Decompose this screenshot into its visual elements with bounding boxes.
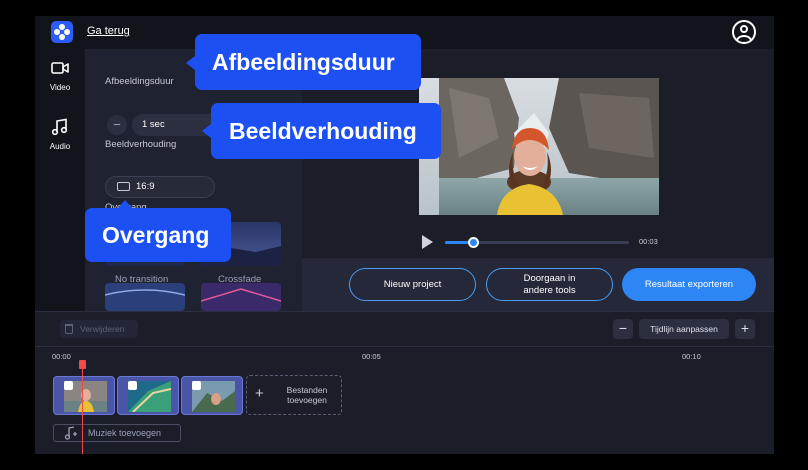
nav-item-label: Audio [49,142,71,151]
callout-transition-text: Overgang [102,222,210,248]
play-button[interactable] [422,235,433,249]
preview-photo-image [419,78,659,215]
export-result-button[interactable]: Resultaat exporteren [622,268,756,301]
transition-thumb-3[interactable] [105,283,185,311]
continue-other-tools-button[interactable]: Doorgaan in andere tools [486,268,613,301]
timeline-ruler[interactable]: 00:00 00:05 00:10 [35,346,774,366]
timeline-clip-3[interactable] [181,376,243,415]
timeline-clip-2[interactable] [117,376,179,415]
ratio-value: 16:9 [136,181,155,192]
nav-item-audio[interactable]: Audio [35,108,85,158]
continue-line-2: andere tools [523,284,576,296]
callout-transition: Overgang [85,200,231,262]
tick-label: 00:00 [52,352,71,361]
transition-thumb-4[interactable] [201,283,281,311]
tick-label: 00:05 [362,352,381,361]
music-note-icon [51,118,68,136]
ratio-select[interactable]: 16:9 [105,176,215,198]
left-nav: Video Audio [35,49,85,311]
tick-label: 00:10 [682,352,701,361]
video-camera-icon [51,62,69,74]
duration-minus-button[interactable]: − [107,115,127,135]
image-type-icon [128,381,137,390]
new-project-button[interactable]: Nieuw project [349,268,476,301]
playback-time: 00:03 [639,237,658,246]
logo-dots-icon[interactable] [51,21,73,43]
add-files-label: Bestanden toevoegen [286,385,328,405]
action-bar: Nieuw project Doorgaan in andere tools R… [302,258,774,311]
image-type-icon [192,381,201,390]
add-music-label: Muziek toevoegen [88,428,162,438]
trash-icon [65,324,73,334]
video-preview[interactable] [419,78,659,215]
nav-item-label: Video [49,83,71,92]
progress-handle[interactable] [467,237,479,248]
transition-preview-image [201,283,281,311]
playhead[interactable] [79,360,86,454]
fit-timeline-button[interactable]: Tijdlijn aanpassen [639,319,729,339]
playback-progress[interactable] [445,237,629,248]
callout-ratio-text: Beeldverhouding [229,118,417,144]
add-music-icon [64,426,77,440]
delete-button[interactable]: Verwijderen [60,320,138,338]
zoom-out-button[interactable]: − [613,319,633,339]
back-link[interactable]: Ga terug [87,25,130,37]
continue-line-1: Doorgaan in [523,272,576,284]
aspect-ratio-icon [117,182,130,191]
duration-label: Afbeeldingsduur [105,76,174,87]
zoom-in-button[interactable]: + [735,319,755,339]
add-files-button[interactable]: + Bestanden toevoegen [246,375,342,415]
callout-duration-text: Afbeeldingsduur [212,49,395,75]
image-type-icon [64,381,73,390]
timeline-clip-1[interactable] [53,376,115,415]
nav-item-video[interactable]: Video [35,49,85,99]
callout-duration: Afbeeldingsduur [186,34,421,90]
plus-icon: + [255,385,264,402]
user-profile-icon[interactable] [732,20,756,44]
timeline-toolbar: Verwijderen − Tijdlijn aanpassen + [35,312,774,346]
callout-ratio: Beeldverhouding [202,103,441,159]
timeline: Verwijderen − Tijdlijn aanpassen + 00:00… [35,311,774,454]
transition-preview-image [105,283,185,311]
ratio-label: Beeldverhouding [105,139,177,150]
add-music-button[interactable]: Muziek toevoegen [53,424,181,442]
playhead-handle[interactable] [79,360,86,369]
delete-label: Verwijderen [80,324,125,334]
